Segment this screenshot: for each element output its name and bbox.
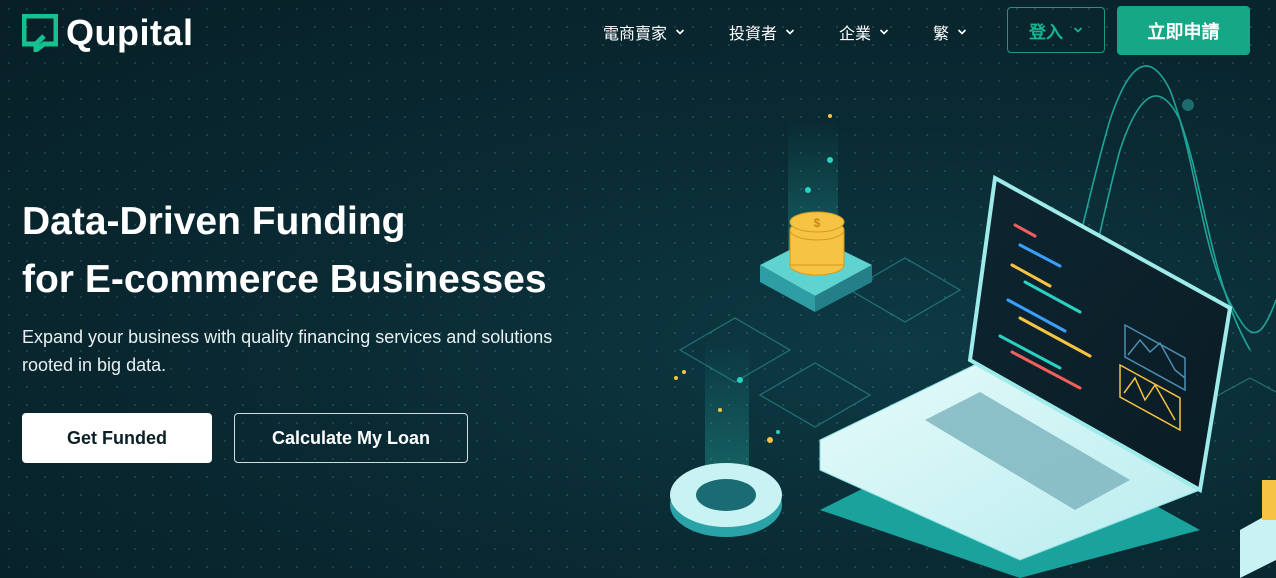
chevron-down-icon bbox=[675, 29, 685, 35]
coin-stack: $ bbox=[760, 211, 872, 312]
nav-item-investors[interactable]: 投資者 bbox=[729, 20, 795, 44]
hero-title-line-2: for E-commerce Businesses bbox=[22, 258, 547, 301]
hero-title-line-1: Data-Driven Funding bbox=[22, 200, 406, 243]
login-label: 登入 bbox=[1029, 22, 1063, 42]
edge-platform bbox=[1240, 480, 1276, 578]
get-funded-button[interactable]: Get Funded bbox=[22, 413, 212, 463]
nav-item-label: 投資者 bbox=[729, 26, 778, 43]
nav-item-label: 企業 bbox=[839, 26, 872, 43]
language-label: 繁 bbox=[933, 26, 950, 43]
accent-dot bbox=[1182, 99, 1194, 111]
hero-subtitle: Expand your business with quality financ… bbox=[22, 327, 553, 375]
laptop bbox=[819, 174, 1233, 578]
hero-title: Data-Driven Funding for E-commerce Busin… bbox=[22, 193, 547, 309]
chevron-down-icon bbox=[1073, 27, 1083, 33]
brand-name: Qupital bbox=[66, 12, 194, 53]
apply-now-button[interactable]: 立即申請 bbox=[1117, 6, 1250, 55]
login-button[interactable]: 登入 bbox=[1007, 7, 1105, 53]
logo-mark-icon bbox=[22, 14, 58, 52]
hero-illustration: $ bbox=[670, 65, 1276, 578]
main-nav: 電商賣家 投資者 企業 繁 bbox=[603, 20, 967, 44]
svg-text:$: $ bbox=[814, 216, 821, 230]
ring-platform bbox=[670, 463, 782, 537]
chevron-down-icon bbox=[879, 29, 889, 35]
calculate-loan-button[interactable]: Calculate My Loan bbox=[234, 413, 468, 463]
chevron-down-icon bbox=[785, 29, 795, 35]
brand-logo[interactable]: Qupital bbox=[22, 12, 194, 54]
nav-item-ecommerce-sellers[interactable]: 電商賣家 bbox=[603, 20, 685, 44]
language-selector[interactable]: 繁 bbox=[933, 20, 967, 44]
chevron-down-icon bbox=[957, 29, 967, 35]
nav-item-label: 電商賣家 bbox=[603, 26, 668, 43]
nav-item-enterprise[interactable]: 企業 bbox=[839, 20, 889, 44]
